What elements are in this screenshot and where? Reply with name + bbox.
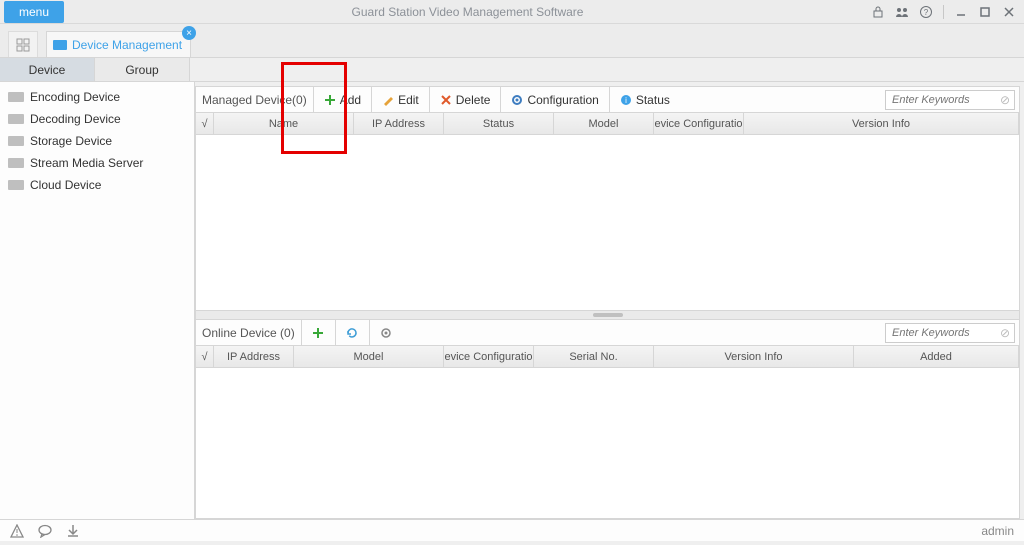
subtab-group[interactable]: Group [95, 58, 190, 81]
managed-grid-header: √ Name IP Address Status Model evice Con… [196, 113, 1019, 135]
subtab-bar: Device Group [0, 58, 1024, 82]
clear-icon[interactable]: ⊘ [1000, 326, 1010, 340]
sidebar-item-cloud[interactable]: Cloud Device [0, 174, 194, 196]
edit-button[interactable]: Edit [371, 87, 429, 113]
config-label: Configuration [527, 93, 598, 107]
sidebar-item-storage[interactable]: Storage Device [0, 130, 194, 152]
delete-button[interactable]: Delete [429, 87, 501, 113]
user-label: admin [981, 524, 1014, 538]
users-icon[interactable] [895, 5, 909, 19]
device-icon [8, 158, 24, 168]
online-label: Online Device (0) [196, 326, 301, 340]
close-icon[interactable] [1002, 5, 1016, 19]
col-status[interactable]: Status [444, 113, 554, 134]
svg-text:?: ? [924, 8, 929, 17]
managed-toolbar: Managed Device(0) Add Edit Delete Config… [196, 87, 1019, 113]
content-area: Managed Device(0) Add Edit Delete Config… [195, 86, 1020, 519]
online-add-button[interactable] [301, 320, 335, 346]
col-devcfg[interactable]: evice Configuratio [444, 346, 534, 367]
refresh-icon [346, 327, 358, 339]
col-model[interactable]: Model [554, 113, 654, 134]
info-icon: i [620, 94, 632, 106]
device-icon [8, 180, 24, 190]
gear-icon [380, 327, 392, 339]
grid-icon [16, 38, 30, 52]
sidebar-item-decoding[interactable]: Decoding Device [0, 108, 194, 130]
help-icon[interactable]: ? [919, 5, 933, 19]
col-model[interactable]: Model [294, 346, 444, 367]
subtab-device[interactable]: Device [0, 58, 95, 81]
status-bar: admin [0, 519, 1024, 541]
search-input[interactable] [890, 93, 1000, 107]
maximize-icon[interactable] [978, 5, 992, 19]
col-ip[interactable]: IP Address [214, 346, 294, 367]
svg-text:i: i [625, 96, 627, 105]
edit-label: Edit [398, 93, 419, 107]
gear-icon [511, 94, 523, 106]
status-button[interactable]: i Status [609, 87, 680, 113]
device-icon [8, 114, 24, 124]
title-bar: menu Guard Station Video Management Soft… [0, 0, 1024, 24]
col-devcfg[interactable]: evice Configuratio [654, 113, 744, 134]
sidebar: Encoding Device Decoding Device Storage … [0, 82, 195, 519]
search-input[interactable] [890, 326, 1000, 340]
delete-label: Delete [456, 93, 491, 107]
col-ip[interactable]: IP Address [354, 113, 444, 134]
tab-label: Device Management [72, 38, 182, 52]
tab-device-management[interactable]: Device Management × [46, 31, 191, 57]
sidebar-item-label: Storage Device [30, 134, 112, 148]
online-grid-body [196, 368, 1019, 518]
pencil-icon [382, 94, 394, 106]
col-version[interactable]: Version Info [654, 346, 854, 367]
managed-search[interactable]: ⊘ [885, 90, 1015, 110]
tab-bar: Device Management × [0, 24, 1024, 58]
online-toolbar: Online Device (0) ⊘ [196, 320, 1019, 346]
online-settings-button[interactable] [369, 320, 403, 346]
home-tab[interactable] [8, 31, 38, 57]
sidebar-item-label: Encoding Device [30, 90, 120, 104]
grip-icon [593, 313, 623, 317]
device-icon [8, 92, 24, 102]
col-serial[interactable]: Serial No. [534, 346, 654, 367]
tab-close-icon[interactable]: × [182, 26, 196, 40]
col-check[interactable]: √ [196, 113, 214, 134]
config-button[interactable]: Configuration [500, 87, 608, 113]
managed-grid-body [196, 135, 1019, 310]
online-grid-header: √ IP Address Model evice Configuratio Se… [196, 346, 1019, 368]
col-version[interactable]: Version Info [744, 113, 1019, 134]
sidebar-item-stream[interactable]: Stream Media Server [0, 152, 194, 174]
sidebar-item-label: Stream Media Server [30, 156, 143, 170]
chat-icon[interactable] [38, 524, 52, 538]
clear-icon[interactable]: ⊘ [1000, 93, 1010, 107]
sidebar-item-encoding[interactable]: Encoding Device [0, 86, 194, 108]
add-button[interactable]: Add [313, 87, 371, 113]
download-icon[interactable] [66, 524, 80, 538]
lock-icon[interactable] [871, 5, 885, 19]
online-refresh-button[interactable] [335, 320, 369, 346]
status-label: Status [636, 93, 670, 107]
camera-icon [53, 40, 67, 50]
managed-label: Managed Device(0) [196, 93, 313, 107]
col-check[interactable]: √ [196, 346, 214, 367]
plus-icon [312, 327, 324, 339]
alert-icon[interactable] [10, 524, 24, 538]
menu-button[interactable]: menu [4, 1, 64, 23]
app-title: Guard Station Video Management Software [64, 5, 871, 19]
sidebar-item-label: Decoding Device [30, 112, 121, 126]
col-name[interactable]: Name [214, 113, 354, 134]
main-area: Encoding Device Decoding Device Storage … [0, 82, 1024, 519]
minimize-icon[interactable] [954, 5, 968, 19]
plus-icon [324, 94, 336, 106]
sidebar-item-label: Cloud Device [30, 178, 101, 192]
splitter[interactable] [196, 310, 1019, 320]
online-search[interactable]: ⊘ [885, 323, 1015, 343]
device-icon [8, 136, 24, 146]
x-icon [440, 94, 452, 106]
col-added[interactable]: Added [854, 346, 1019, 367]
add-label: Add [340, 93, 361, 107]
